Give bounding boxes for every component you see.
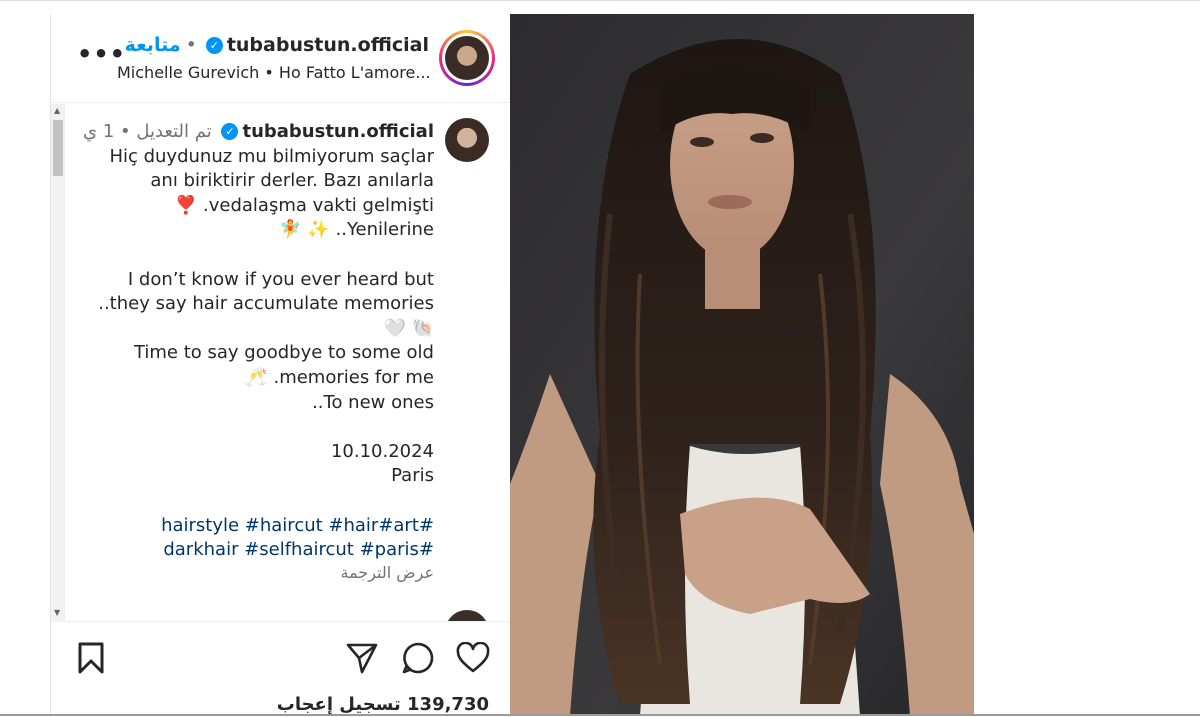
- caption-line: To new ones..: [312, 391, 434, 413]
- hashtags-line[interactable]: #darkhair #selfhaircut #paris: [74, 538, 434, 563]
- scroll-up-arrow-icon[interactable]: ▲: [54, 106, 60, 115]
- hashtag-link[interactable]: art: [393, 515, 419, 536]
- likes-count[interactable]: 139,730 تسجيل إعجاب: [277, 694, 489, 715]
- audio-track-link[interactable]: Michelle Gurevich • Ho Fatto L'amore...: [117, 63, 431, 82]
- heart-icon[interactable]: [455, 642, 491, 674]
- caption-line: they say hair accumulate memories..: [98, 293, 434, 315]
- caption-line: vedalaşma vakti gelmişti. ❣️: [174, 194, 434, 216]
- window-top-border: [0, 0, 1200, 1]
- send-icon[interactable]: [345, 642, 379, 674]
- follow-button[interactable]: متابعة: [125, 34, 181, 56]
- caption-username[interactable]: tubabustun.official: [242, 121, 434, 142]
- caption-line: Yenilerine.. ✨ 🧚: [279, 219, 434, 241]
- scroll-down-arrow-icon[interactable]: ▼: [54, 608, 60, 617]
- comment-icon[interactable]: [401, 641, 435, 675]
- caption-location: Paris: [391, 465, 434, 487]
- more-options-icon[interactable]: •••: [77, 42, 126, 66]
- photo-illustration: [510, 14, 974, 716]
- profile-avatar[interactable]: [439, 30, 495, 86]
- post-panel: tubabustun.official✓•متابعة Michelle Gur…: [50, 14, 511, 717]
- caption-line: I don’t know if you ever heard but: [127, 268, 434, 290]
- action-bar: 139,730 تسجيل إعجاب: [51, 621, 511, 717]
- caption-date: 10.10.2024: [330, 440, 434, 462]
- header-separator: •: [185, 34, 197, 56]
- post-header: tubabustun.official✓ •متابعة Michelle Gur…: [51, 14, 511, 103]
- username-link[interactable]: tubabustun.official: [227, 34, 429, 56]
- header-title: tubabustun.official✓ •متابعة: [125, 34, 429, 56]
- comments-scrollbar[interactable]: ▲ ▼: [51, 104, 65, 622]
- caption-line: anı biriktirir derler. Bazı anılarla: [150, 170, 434, 192]
- verified-badge-icon: ✓: [205, 37, 223, 54]
- caption-avatar[interactable]: [445, 118, 489, 162]
- caption-meta: تم التعديل • 1 ي: [83, 121, 212, 142]
- see-translation-link[interactable]: عرض الترجمة: [74, 563, 435, 583]
- caption-line: Hiç duydunuz mu bilmiyorum saçlar: [109, 145, 434, 167]
- caption-line: memories for me. 🥂: [245, 366, 434, 388]
- caption-line: Time to say goodbye to some old: [133, 342, 434, 364]
- scroll-thumb[interactable]: [53, 120, 63, 176]
- caption-line: 🐚 🤍: [383, 317, 434, 339]
- verified-badge-icon: ✓: [221, 123, 239, 140]
- post-media-image[interactable]: [510, 14, 974, 716]
- bookmark-icon[interactable]: [76, 642, 106, 674]
- hashtags-line[interactable]: #hairstyle #haircut #hair#art: [74, 514, 434, 539]
- hashtag-links[interactable]: #hairstyle #haircut #hair#: [161, 515, 434, 536]
- post-caption: tubabustun.official✓ تم التعديل • 1 ي Hi…: [74, 120, 434, 583]
